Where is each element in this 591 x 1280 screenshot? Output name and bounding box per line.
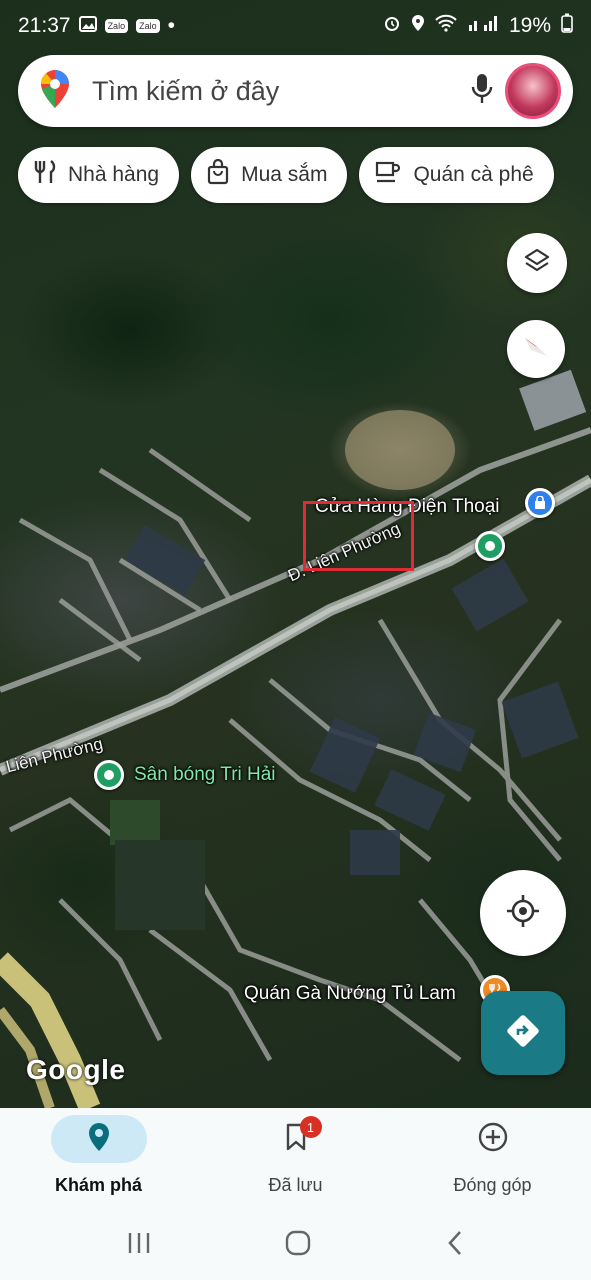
zalo-notification-icon-2: Zalo: [136, 19, 160, 33]
chip-label: Nhà hàng: [68, 163, 160, 186]
restaurant-icon: [34, 159, 56, 191]
google-attribution: Google: [26, 1054, 126, 1085]
more-notifications-icon: •: [167, 14, 175, 37]
category-chips: Nhà hàng Mua sắm Quán cà phê: [18, 147, 554, 203]
nav-label-explore: Khám phá: [54, 1175, 142, 1195]
shopping-bag-icon: [207, 158, 229, 191]
stadium-pin-icon[interactable]: [94, 760, 124, 790]
crosshair-icon: [505, 893, 541, 934]
wifi-icon: [435, 14, 457, 38]
directions-button[interactable]: [481, 991, 565, 1075]
nav-explore[interactable]: Khám phá: [0, 1108, 197, 1210]
nav-saved-icon-wrap: 1: [248, 1115, 344, 1163]
alarm-icon: [383, 14, 401, 38]
bottom-navigation: Khám phá 1 Đã lưu Đóng góp: [0, 1108, 591, 1210]
zalo-notification-icon: Zalo: [104, 19, 129, 33]
shopping-pin-icon[interactable]: [525, 488, 555, 518]
nav-explore-icon-wrap: [50, 1115, 147, 1163]
explore-pin-icon: [88, 1122, 110, 1157]
chip-restaurants[interactable]: Nhà hàng: [18, 147, 180, 203]
location-icon: [411, 14, 425, 38]
coffee-icon: [375, 160, 401, 190]
search-bar[interactable]: Tìm kiếm ở đây: [18, 55, 573, 127]
layers-button[interactable]: [507, 233, 567, 293]
gallery-notification-icon: [78, 14, 97, 38]
status-time: 21:37: [18, 14, 71, 37]
saved-badge: 1: [299, 1116, 322, 1138]
avatar[interactable]: [505, 63, 561, 119]
chip-shopping[interactable]: Mua sắm: [191, 147, 348, 203]
location-pin-icon[interactable]: [475, 531, 505, 561]
battery-text: 19%: [508, 14, 551, 37]
highlight-box: [303, 501, 414, 571]
nav-saved[interactable]: 1 Đã lưu: [197, 1108, 394, 1210]
system-navigation: [0, 1210, 591, 1280]
nav-contribute-icon-wrap: [445, 1115, 541, 1163]
chip-label: Mua sắm: [241, 163, 328, 186]
chip-coffee[interactable]: Quán cà phê: [359, 147, 554, 203]
compass-button[interactable]: [507, 320, 565, 378]
nav-label-contribute: Đóng góp: [453, 1175, 532, 1195]
nav-label-saved: Đã lưu: [268, 1175, 323, 1195]
battery-icon: [561, 13, 573, 39]
home-icon[interactable]: [284, 1229, 312, 1262]
back-icon[interactable]: [445, 1229, 465, 1262]
signal-icon: [467, 14, 499, 38]
compass-icon: [519, 330, 553, 369]
layers-icon: [523, 247, 551, 280]
search-input[interactable]: Tìm kiếm ở đây: [92, 76, 471, 107]
google-maps-logo-icon: [40, 69, 70, 114]
status-bar: 21:37 Zalo Zalo • 19%: [0, 0, 591, 52]
chip-label: Quán cà phê: [413, 163, 534, 186]
directions-icon: [506, 1014, 540, 1053]
microphone-icon[interactable]: [471, 73, 493, 110]
add-circle-icon: [477, 1121, 509, 1158]
nav-contribute[interactable]: Đóng góp: [394, 1108, 591, 1210]
poi-label-chicken-restaurant[interactable]: Quán Gà Nướng Tủ Lam: [244, 983, 456, 1005]
poi-label-football-field[interactable]: Sân bóng Tri Hải: [134, 764, 276, 786]
recent-apps-icon[interactable]: [126, 1231, 152, 1260]
my-location-button[interactable]: [480, 870, 566, 956]
